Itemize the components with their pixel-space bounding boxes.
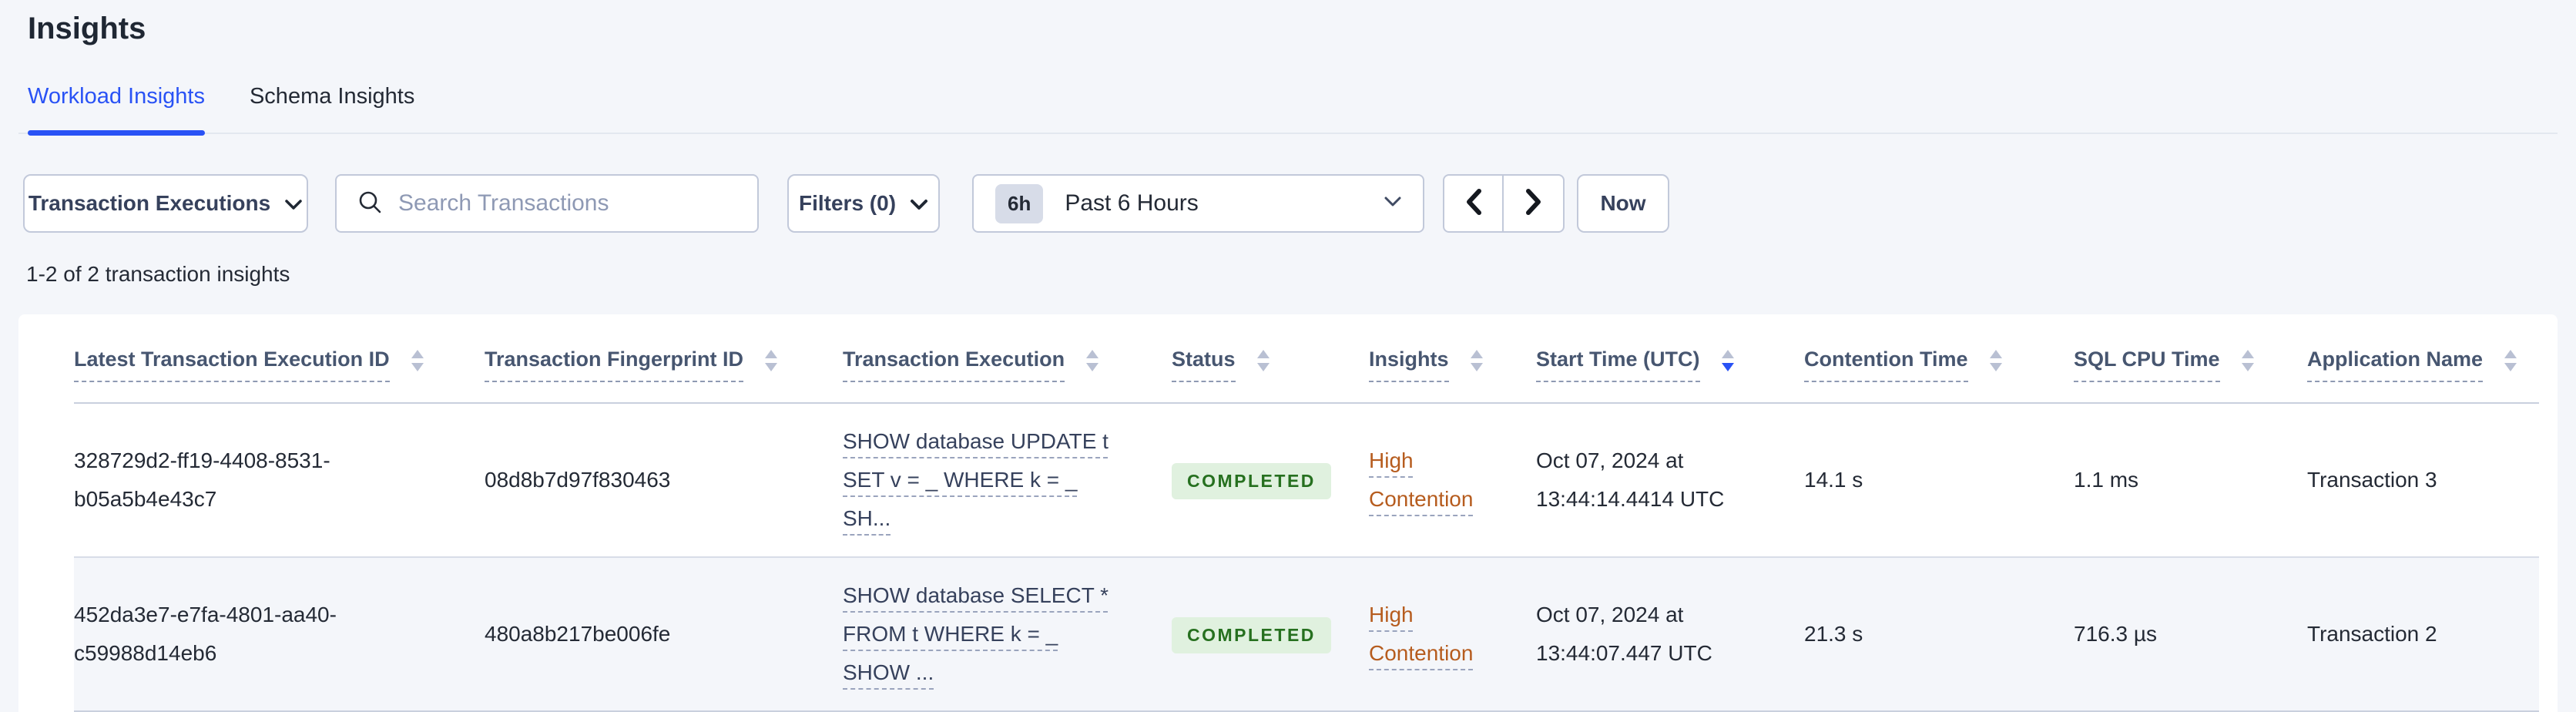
table-header-row: Latest Transaction Execution ID Transact… [74, 314, 2539, 404]
column-header-sql-cpu-time: SQL CPU Time [2074, 314, 2307, 404]
sort-icon[interactable] [411, 350, 424, 371]
status-badge: COMPLETED [1172, 617, 1331, 653]
cell-application-name: Transaction 2 [2307, 557, 2539, 712]
cell-fingerprint-id: 08d8b7d97f830463 [485, 403, 843, 558]
column-label[interactable]: Contention Time [1804, 347, 1968, 382]
sort-icon[interactable] [1470, 350, 1483, 371]
sort-icon[interactable] [1256, 350, 1270, 371]
transaction-insights-table: Latest Transaction Execution ID Transact… [74, 314, 2539, 712]
cell-application-name: Transaction 3 [2307, 403, 2539, 558]
start-time-value: Oct 07, 2024 at 13:44:14.4414 UTC [1536, 448, 1725, 511]
time-range-badge: 6h [995, 183, 1044, 223]
sort-icon[interactable] [765, 350, 778, 371]
chevron-left-icon [1464, 186, 1484, 221]
chevron-down-icon [910, 191, 928, 216]
column-header-application-name: Application Name [2307, 314, 2539, 404]
table-row: 452da3e7-e7fa-4801-aa40-c59988d14eb6 480… [74, 557, 2539, 712]
search-input[interactable] [398, 190, 737, 217]
filters-button-label: Filters (0) [798, 191, 897, 215]
column-label[interactable]: Transaction Execution [843, 347, 1065, 382]
table-row: 328729d2-ff19-4408-8531-b05a5b4e43c7 08d… [74, 403, 2539, 558]
column-header-start-time: Start Time (UTC) [1536, 314, 1804, 404]
cell-start-time: Oct 07, 2024 at 13:44:14.4414 UTC [1536, 403, 1804, 558]
cell-insights: High Contention [1369, 403, 1536, 558]
column-label[interactable]: Transaction Fingerprint ID [485, 347, 744, 382]
column-header-insights: Insights [1369, 314, 1536, 404]
execution-type-dropdown[interactable]: Transaction Executions [23, 174, 308, 233]
cell-fingerprint-id: 480a8b217be006fe [485, 557, 843, 712]
chevron-down-icon [284, 191, 303, 216]
column-label[interactable]: Status [1172, 347, 1236, 382]
cell-contention-time: 21.3 s [1804, 557, 2074, 712]
sort-icon[interactable] [2241, 350, 2254, 371]
cell-execution-id: 328729d2-ff19-4408-8531-b05a5b4e43c7 [74, 403, 485, 558]
chevron-down-icon [1384, 196, 1401, 211]
column-label[interactable]: Start Time (UTC) [1536, 347, 1700, 382]
sort-icon[interactable] [1086, 350, 1099, 371]
search-box[interactable] [335, 174, 759, 233]
column-header-latest-transaction-execution-id: Latest Transaction Execution ID [74, 314, 485, 404]
cell-sql-cpu-time: 716.3 µs [2074, 557, 2307, 712]
previous-range-button[interactable] [1444, 176, 1504, 231]
column-label[interactable]: Insights [1369, 347, 1449, 382]
insights-table-card: Latest Transaction Execution ID Transact… [18, 314, 2558, 712]
sort-icon[interactable] [1989, 350, 2002, 371]
column-header-transaction-execution: Transaction Execution [843, 314, 1172, 404]
tab-schema-insights[interactable]: Schema Insights [250, 83, 414, 133]
cell-sql-cpu-time: 1.1 ms [2074, 403, 2307, 558]
column-header-transaction-fingerprint-id: Transaction Fingerprint ID [485, 314, 843, 404]
column-header-contention-time: Contention Time [1804, 314, 2074, 404]
chevron-right-icon [1524, 186, 1544, 221]
cell-status: COMPLETED [1172, 557, 1369, 712]
cell-start-time: Oct 07, 2024 at 13:44:07.447 UTC [1536, 557, 1804, 712]
time-range-picker[interactable]: 6h Past 6 Hours [972, 174, 1424, 233]
time-range-arrows [1443, 174, 1565, 233]
cell-insights: High Contention [1369, 557, 1536, 712]
next-range-button[interactable] [1504, 176, 1563, 231]
column-header-status: Status [1172, 314, 1369, 404]
cell-execution-id: 452da3e7-e7fa-4801-aa40-c59988d14eb6 [74, 557, 485, 712]
column-label[interactable]: SQL CPU Time [2074, 347, 2220, 382]
insight-link[interactable]: High Contention [1369, 442, 1498, 519]
search-icon [357, 189, 383, 219]
results-summary: 1-2 of 2 transaction insights [26, 262, 290, 286]
insights-page: Insights Workload Insights Schema Insigh… [0, 11, 2576, 712]
start-time-value: Oct 07, 2024 at 13:44:07.447 UTC [1536, 603, 1712, 665]
sort-icon[interactable] [2504, 350, 2517, 371]
transaction-execution-link[interactable]: SHOW database SELECT * FROM t WHERE k = … [843, 576, 1109, 692]
toolbar: Transaction Executions Filters (0) 6h Pa… [23, 174, 2558, 233]
cell-status: COMPLETED [1172, 403, 1369, 558]
page-title: Insights [28, 12, 146, 45]
transaction-execution-link[interactable]: SHOW database UPDATE t SET v = _ WHERE k… [843, 422, 1109, 538]
insight-link[interactable]: High Contention [1369, 596, 1498, 673]
column-label[interactable]: Latest Transaction Execution ID [74, 347, 390, 382]
execution-type-dropdown-label: Transaction Executions [28, 191, 271, 215]
sort-icon-descending-active[interactable] [1721, 350, 1734, 371]
cell-transaction-execution: SHOW database UPDATE t SET v = _ WHERE k… [843, 403, 1172, 558]
filters-button[interactable]: Filters (0) [787, 174, 940, 233]
status-badge: COMPLETED [1172, 463, 1331, 499]
column-label[interactable]: Application Name [2307, 347, 2484, 382]
tab-workload-insights[interactable]: Workload Insights [28, 83, 205, 136]
now-button[interactable]: Now [1577, 174, 1669, 233]
cell-contention-time: 14.1 s [1804, 403, 2074, 558]
tab-bar: Workload Insights Schema Insights [18, 83, 2558, 136]
time-range-label: Past 6 Hours [1065, 190, 1199, 216]
cell-transaction-execution: SHOW database SELECT * FROM t WHERE k = … [843, 557, 1172, 712]
